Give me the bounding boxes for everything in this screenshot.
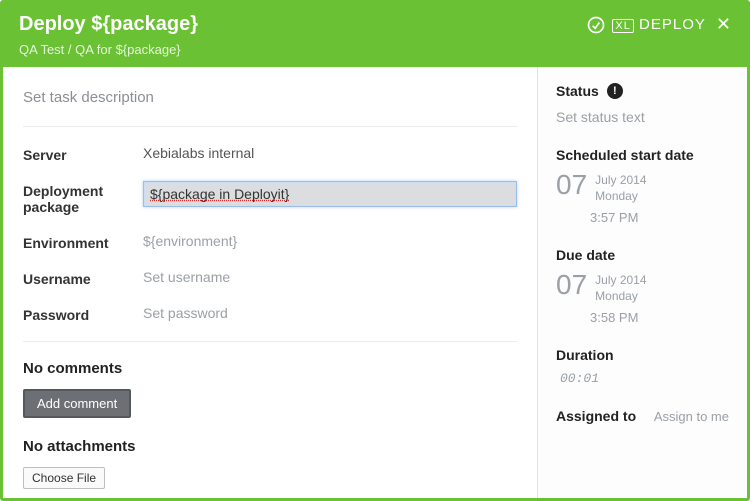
assigned-block: Assigned to Assign to me — [556, 408, 729, 424]
alert-icon[interactable]: ! — [607, 83, 623, 99]
field-deployment-package: Deployment package — [23, 181, 517, 215]
main-panel: Set task description Server Xebialabs in… — [3, 67, 537, 498]
task-modal: Deploy ${package} XL DEPLOY ✕ QA Test / … — [0, 0, 750, 501]
environment-input[interactable]: ${environment} — [143, 233, 517, 249]
field-password: Password Set password — [23, 305, 517, 323]
field-server: Server Xebialabs internal — [23, 145, 517, 163]
due-date-block: Due date 07 July 2014 Monday 3:58 PM — [556, 247, 729, 325]
close-icon[interactable]: ✕ — [716, 14, 731, 35]
field-username: Username Set username — [23, 269, 517, 287]
due-date[interactable]: 07 July 2014 Monday — [556, 271, 729, 304]
comments-heading: No comments — [23, 360, 517, 377]
scheduled-month-year: July 2014 — [595, 173, 646, 189]
due-day: 07 — [556, 271, 587, 299]
due-time[interactable]: 3:58 PM — [556, 310, 729, 325]
due-date-label: Due date — [556, 247, 729, 263]
due-weekday: Monday — [595, 289, 646, 305]
password-input[interactable]: Set password — [143, 305, 517, 321]
breadcrumb[interactable]: QA Test / QA for ${package} — [19, 42, 731, 57]
sidebar-panel: Status ! Set status text Scheduled start… — [537, 67, 747, 498]
scheduled-weekday: Monday — [595, 189, 646, 205]
assign-to-me-link[interactable]: Assign to me — [654, 409, 729, 424]
status-block: Status ! Set status text — [556, 83, 729, 125]
environment-label: Environment — [23, 233, 143, 251]
scheduled-start-date[interactable]: 07 July 2014 Monday — [556, 171, 729, 204]
server-value[interactable]: Xebialabs internal — [143, 145, 517, 161]
status-text-input[interactable]: Set status text — [556, 109, 729, 125]
choose-file-button[interactable]: Choose File — [23, 467, 105, 489]
username-input[interactable]: Set username — [143, 269, 517, 285]
status-label: Status — [556, 83, 599, 99]
attachments-heading: No attachments — [23, 438, 517, 455]
field-environment: Environment ${environment} — [23, 233, 517, 251]
divider — [23, 341, 517, 342]
brand-prefix: XL — [612, 19, 633, 33]
deployment-package-input[interactable] — [143, 181, 517, 207]
assigned-label: Assigned to — [556, 408, 636, 424]
modal-title: Deploy ${package} — [19, 13, 198, 36]
task-description-input[interactable]: Set task description — [23, 89, 517, 106]
divider — [23, 126, 517, 127]
scheduled-day: 07 — [556, 171, 587, 199]
scheduled-time[interactable]: 3:57 PM — [556, 210, 729, 225]
due-month-year: July 2014 — [595, 273, 646, 289]
deploy-icon — [586, 15, 606, 35]
brand-text: DEPLOY — [639, 16, 706, 33]
scheduled-start-block: Scheduled start date 07 July 2014 Monday… — [556, 147, 729, 225]
duration-block: Duration 00:01 — [556, 347, 729, 386]
deployment-package-label: Deployment package — [23, 181, 143, 215]
modal-header: Deploy ${package} XL DEPLOY ✕ QA Test / … — [3, 3, 747, 67]
password-label: Password — [23, 305, 143, 323]
username-label: Username — [23, 269, 143, 287]
duration-label: Duration — [556, 347, 729, 363]
add-comment-button[interactable]: Add comment — [23, 389, 131, 418]
brand-logo: XL DEPLOY — [586, 15, 706, 35]
duration-value: 00:01 — [556, 371, 729, 386]
server-label: Server — [23, 145, 143, 163]
scheduled-start-label: Scheduled start date — [556, 147, 729, 163]
